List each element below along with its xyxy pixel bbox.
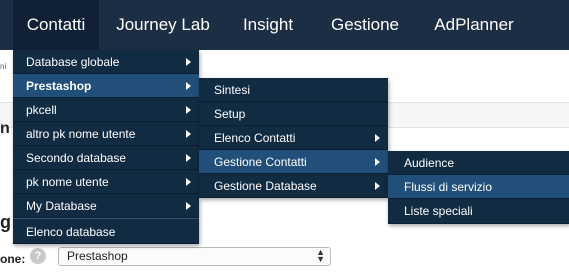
field-label: one: (0, 252, 26, 266)
menu-item-label: Setup (214, 107, 246, 121)
menu-item-label: Liste speciali (404, 204, 473, 218)
menu-item-my-database[interactable]: My Database (13, 194, 199, 218)
chevron-right-icon (375, 133, 380, 142)
tab-contatti[interactable]: Contatti (13, 0, 99, 50)
tab-gestione[interactable]: Gestione (320, 0, 410, 50)
database-select-value: Prestashop (67, 249, 128, 263)
menu-item-label: Gestione Contatti (214, 155, 307, 169)
database-select[interactable]: Prestashop ▲ ▼ (58, 247, 331, 266)
menu-item-elenco-database[interactable]: Elenco database (13, 218, 199, 244)
menu-item-gestione-contatti[interactable]: Gestione Contatti (199, 150, 388, 174)
menu-item-label: Prestashop (26, 79, 92, 93)
menu-item-label: Flussi di servizio (404, 180, 493, 194)
menu-item-label: My Database (26, 199, 97, 213)
contatti-dropdown-menu: Database globale Prestashop pkcell altro… (13, 50, 199, 244)
breadcrumb-fragment: ni (0, 62, 7, 71)
menu-item-label: Gestione Database (214, 179, 317, 193)
menu-item-label: Elenco database (26, 225, 116, 239)
chevron-right-icon (186, 153, 191, 162)
gestione-contatti-submenu: Audience Flussi di servizio Liste specia… (388, 151, 569, 224)
chevron-right-icon (186, 201, 191, 210)
help-icon[interactable]: ? (30, 248, 46, 264)
menu-item-secondo-database[interactable]: Secondo database (13, 146, 199, 170)
top-navigation-bar: Contatti Journey Lab Insight Gestione Ad… (0, 0, 569, 50)
menu-item-label: altro pk nome utente (26, 127, 136, 141)
menu-item-label: pk nome utente (26, 175, 109, 189)
menu-item-label: Database globale (26, 55, 120, 69)
chevron-right-icon (375, 181, 380, 190)
chevron-right-icon (375, 157, 380, 166)
menu-item-database-globale[interactable]: Database globale (13, 50, 199, 74)
menu-item-flussi-di-servizio[interactable]: Flussi di servizio (388, 175, 569, 199)
menu-item-setup[interactable]: Setup (199, 102, 388, 126)
menu-item-elenco-contatti[interactable]: Elenco Contatti (199, 126, 388, 150)
menu-item-label: Sintesi (214, 83, 251, 97)
chevron-right-icon (186, 57, 191, 66)
menu-item-altro-pk-nome-utente[interactable]: altro pk nome utente (13, 122, 199, 146)
chevron-right-icon (186, 129, 191, 138)
menu-item-gestione-database[interactable]: Gestione Database (199, 174, 388, 198)
chevron-right-icon (186, 177, 191, 186)
tab-insight[interactable]: Insight (233, 0, 303, 50)
prestashop-submenu: Sintesi Setup Elenco Contatti Gestione C… (199, 78, 388, 198)
menu-item-label: Secondo database (26, 151, 127, 165)
menu-item-label: Audience (404, 156, 455, 170)
select-arrows-icon: ▲ ▼ (316, 247, 325, 264)
subsection-heading-fragment: g (0, 212, 11, 232)
chevron-right-icon (186, 81, 191, 90)
menu-item-sintesi[interactable]: Sintesi (199, 78, 388, 102)
menu-item-prestashop[interactable]: Prestashop (13, 74, 199, 98)
menu-item-label: Elenco Contatti (214, 131, 296, 145)
menu-item-liste-speciali[interactable]: Liste speciali (388, 199, 569, 224)
menu-item-audience[interactable]: Audience (388, 151, 569, 175)
tab-journey-lab[interactable]: Journey Lab (107, 0, 219, 50)
section-heading-fragment: n (0, 120, 10, 137)
menu-item-pk-nome-utente[interactable]: pk nome utente (13, 170, 199, 194)
tab-adplanner[interactable]: AdPlanner (422, 0, 526, 50)
menu-item-label: pkcell (26, 103, 57, 117)
chevron-right-icon (186, 105, 191, 114)
menu-item-pkcell[interactable]: pkcell (13, 98, 199, 122)
